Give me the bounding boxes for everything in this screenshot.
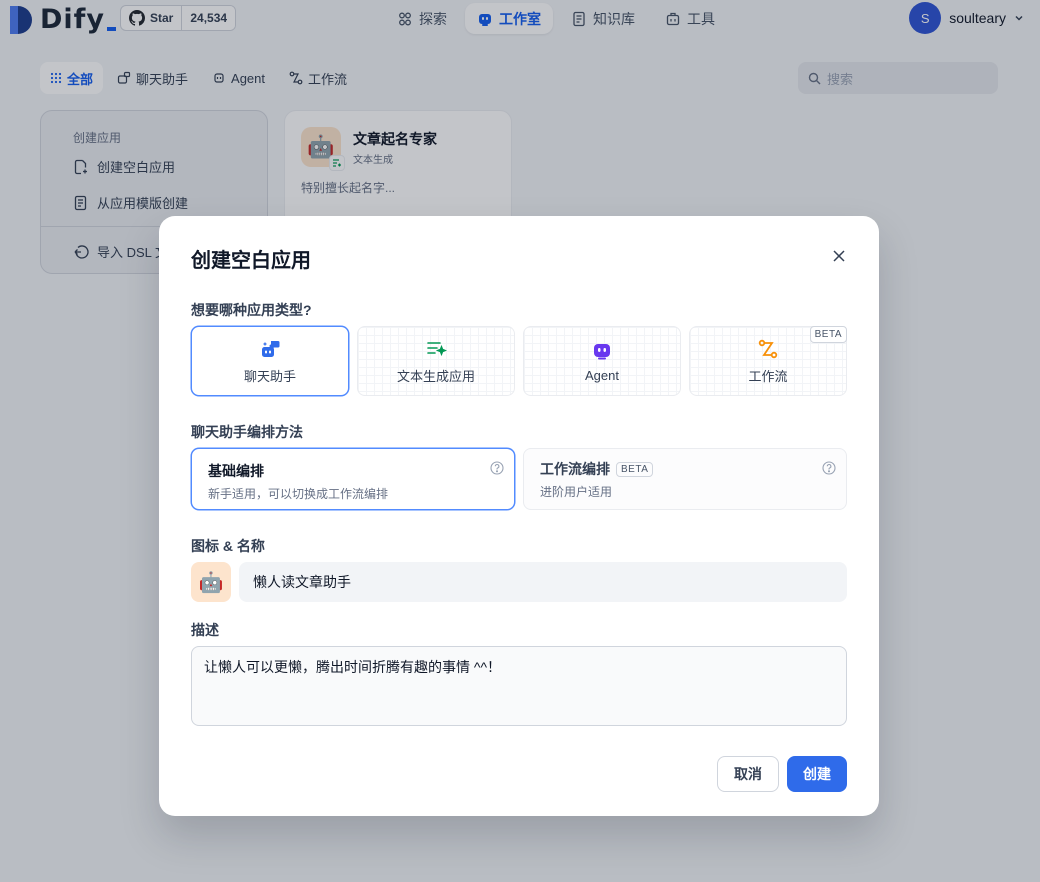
modal-title: 创建空白应用: [191, 250, 311, 272]
help-icon[interactable]: [490, 461, 504, 475]
cancel-button[interactable]: 取消: [717, 756, 779, 792]
create-button[interactable]: 创建: [787, 756, 847, 792]
type-agent-label: Agent: [585, 367, 619, 383]
mode-option-workflow[interactable]: 工作流编排 BETA 进阶用户适用: [523, 448, 847, 510]
create-blank-app-modal: 创建空白应用 想要哪种应用类型? 聊天助手 文本生成应用 Agent 工作流 B…: [159, 216, 879, 816]
type-option-agent[interactable]: Agent: [523, 326, 681, 396]
close-button[interactable]: [829, 246, 849, 266]
beta-badge: BETA: [809, 326, 847, 343]
app-icon-picker[interactable]: 🤖: [191, 562, 231, 602]
workflow-icon: [757, 338, 779, 360]
text-generation-icon: [425, 338, 447, 360]
close-icon: [833, 250, 845, 262]
type-option-chat[interactable]: 聊天助手: [191, 326, 349, 396]
orchestration-mode-options: 基础编排 新手适用，可以切换成工作流编排 工作流编排 BETA 进阶用户适用: [191, 448, 847, 510]
icon-name-label: 图标 & 名称: [191, 538, 265, 554]
type-text-generation-label: 文本生成应用: [396, 368, 475, 384]
mode-basic-title: 基础编排: [208, 463, 264, 479]
type-option-workflow[interactable]: 工作流 BETA: [689, 326, 847, 396]
chat-bot-icon: [259, 338, 281, 360]
type-option-text-generation[interactable]: 文本生成应用: [357, 326, 515, 396]
robot-emoji-icon: 🤖: [198, 571, 224, 594]
mode-workflow-title: 工作流编排: [540, 461, 610, 477]
agent-icon: [591, 340, 613, 362]
mode-option-basic[interactable]: 基础编排 新手适用，可以切换成工作流编排: [191, 448, 515, 510]
app-description-input[interactable]: 让懒人可以更懒，腾出时间折腾有趣的事情 ^^！: [191, 646, 847, 726]
app-type-options: 聊天助手 文本生成应用 Agent 工作流 BETA: [191, 326, 847, 396]
app-name-input[interactable]: [239, 562, 847, 602]
help-icon[interactable]: [822, 461, 836, 475]
mode-workflow-desc: 进阶用户适用: [540, 485, 613, 499]
mode-basic-desc: 新手适用，可以切换成工作流编排: [208, 487, 389, 501]
app-type-label: 想要哪种应用类型?: [191, 302, 312, 318]
type-workflow-label: 工作流: [748, 368, 788, 384]
type-chat-label: 聊天助手: [243, 368, 296, 384]
description-label: 描述: [191, 622, 219, 638]
orchestration-mode-label: 聊天助手编排方法: [191, 424, 303, 440]
beta-badge: BETA: [616, 461, 654, 477]
